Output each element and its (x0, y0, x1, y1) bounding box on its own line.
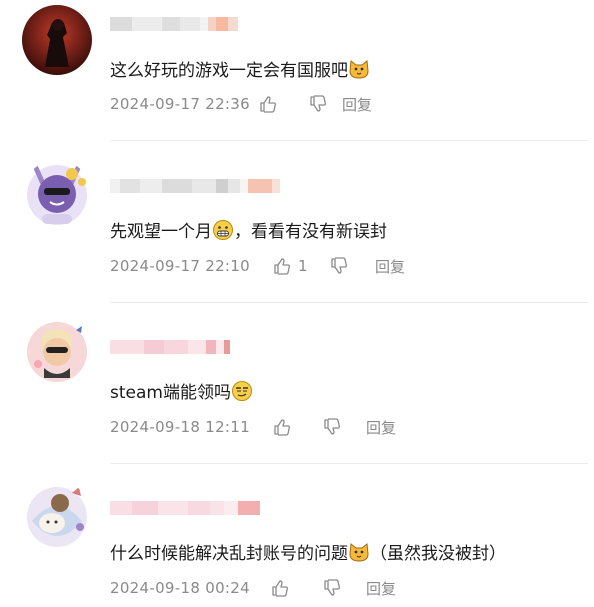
smirking-face-icon (231, 381, 252, 401)
username-blurred[interactable] (110, 179, 280, 193)
comment-meta: 2024-09-18 00:24 回复 (110, 577, 396, 599)
avatar-image (22, 481, 92, 551)
dislike-button[interactable] (329, 256, 375, 276)
dislike-button[interactable] (322, 578, 366, 598)
reply-button[interactable]: 回复 (366, 417, 396, 438)
avatar-image (22, 5, 92, 75)
like-button[interactable] (258, 94, 308, 114)
comment-meta: 2024-09-17 22:10 1 回复 (110, 255, 405, 277)
comment-text: 这么好玩的游戏一定会有国服吧 (110, 58, 370, 83)
like-count: 1 (298, 257, 308, 275)
thumbs-up-icon (274, 258, 290, 275)
like-button[interactable]: 1 (272, 256, 329, 276)
reply-button[interactable]: 回复 (366, 578, 396, 599)
reply-button[interactable]: 回复 (375, 256, 405, 277)
avatar[interactable] (22, 160, 92, 230)
comment-text: 先观望一个月 ，看看有没有新误封 (110, 219, 387, 244)
comment-text: 什么时候能解决乱封账号的问题 （虽然我没被封） (110, 541, 506, 566)
comment-date: 2024-09-18 00:24 (110, 579, 250, 597)
like-button[interactable] (272, 417, 322, 437)
comment-text-after: ，看看有没有新误封 (234, 222, 387, 242)
divider (110, 302, 588, 303)
avatar[interactable] (22, 5, 92, 75)
username-blurred[interactable] (110, 17, 238, 31)
grimacing-face-icon (213, 220, 233, 240)
thumbs-up-icon (274, 419, 290, 436)
comment-meta: 2024-09-17 22:36 回复 (110, 93, 372, 115)
username-blurred[interactable] (110, 501, 260, 515)
avatar-image (22, 316, 92, 386)
avatar-image (22, 160, 92, 230)
thumbs-down-icon (324, 418, 340, 435)
comment-date: 2024-09-17 22:10 (110, 257, 250, 275)
thumbs-up-icon (260, 96, 276, 113)
comment-text-before: 什么时候能解决乱封账号的问题 (110, 544, 348, 564)
like-button[interactable] (270, 578, 322, 598)
comment-meta: 2024-09-18 12:11 回复 (110, 416, 396, 438)
thumbs-up-icon (272, 580, 288, 597)
comment-text: steam端能领吗 (110, 380, 253, 405)
username-blurred[interactable] (110, 340, 230, 354)
avatar[interactable] (22, 481, 92, 551)
comment-text-content: steam端能领吗 (110, 383, 231, 403)
cat-face-icon (349, 543, 369, 562)
reply-button[interactable]: 回复 (342, 94, 372, 115)
dislike-button[interactable] (308, 94, 342, 114)
thumbs-down-icon (310, 95, 326, 112)
divider (110, 140, 588, 141)
cat-face-icon (349, 60, 369, 79)
comment-text-after: （虽然我没被封） (370, 544, 506, 564)
thumbs-down-icon (331, 257, 347, 274)
thumbs-down-icon (324, 579, 340, 596)
comment-date: 2024-09-18 12:11 (110, 418, 250, 436)
dislike-button[interactable] (322, 417, 366, 437)
divider (110, 463, 588, 464)
avatar[interactable] (22, 316, 92, 386)
comment-date: 2024-09-17 22:36 (110, 95, 250, 113)
comment-text-content: 这么好玩的游戏一定会有国服吧 (110, 61, 348, 81)
comment-text-before: 先观望一个月 (110, 222, 212, 242)
